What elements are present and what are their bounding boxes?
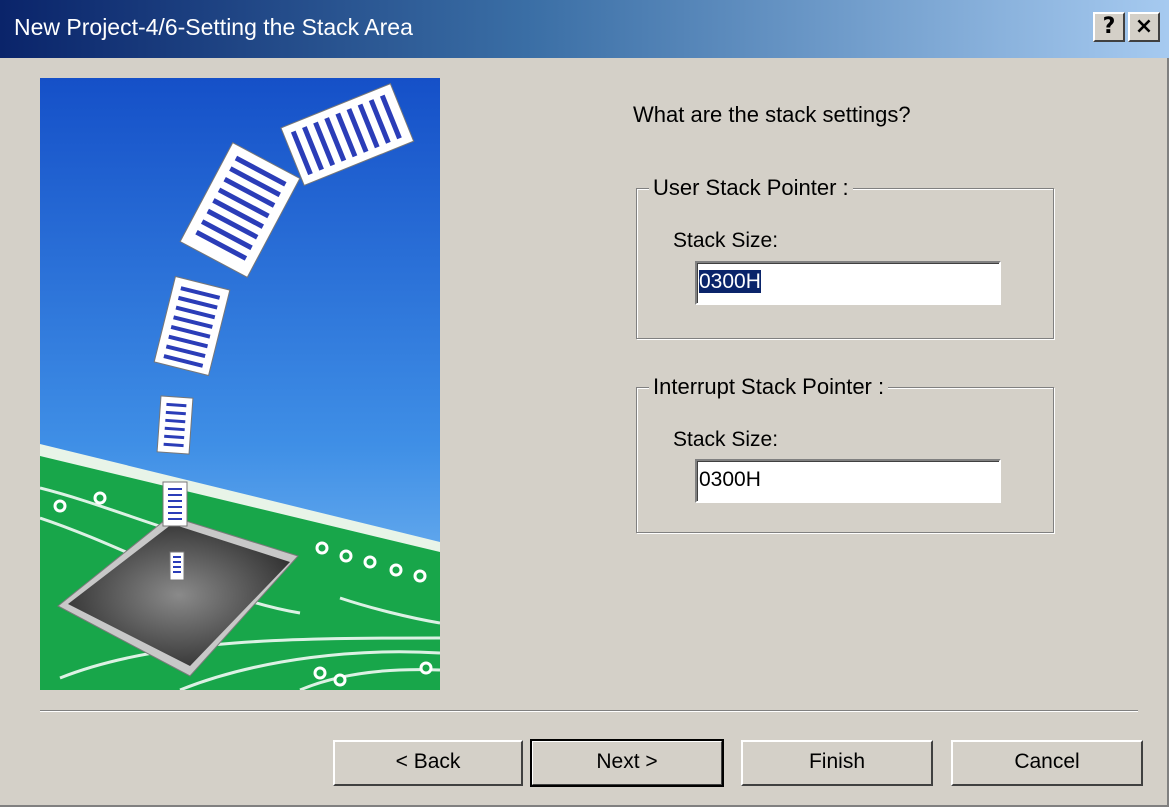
title-bar[interactable]: New Project-4/6-Setting the Stack Area ?… — [0, 0, 1169, 58]
user-stack-pointer-legend: User Stack Pointer : — [649, 175, 853, 201]
stack-settings-question: What are the stack settings? — [633, 102, 911, 127]
window-title: New Project-4/6-Setting the Stack Area — [14, 14, 413, 40]
interrupt-stack-size-value: 0300H — [699, 468, 761, 491]
finish-button[interactable]: Finish — [741, 740, 933, 786]
interrupt-stack-size-input[interactable]: 0300H — [695, 459, 1001, 503]
interrupt-stack-size-label: Stack Size: — [673, 428, 779, 451]
button-separator — [40, 710, 1138, 712]
close-icon[interactable]: × — [1128, 12, 1160, 42]
next-button[interactable]: Next > — [530, 739, 724, 787]
interrupt-stack-pointer-group: Interrupt Stack Pointer : Stack Size: 03… — [636, 374, 1054, 533]
user-stack-pointer-group: User Stack Pointer : Stack Size: 0300H — [636, 175, 1054, 339]
user-stack-size-value: 0300H — [698, 269, 762, 294]
help-icon[interactable]: ? — [1093, 12, 1125, 42]
cancel-button[interactable]: Cancel — [951, 740, 1143, 786]
back-button[interactable]: < Back — [333, 740, 523, 786]
wizard-illustration — [40, 78, 440, 690]
interrupt-stack-pointer-legend: Interrupt Stack Pointer : — [649, 374, 889, 400]
user-stack-size-label: Stack Size: — [673, 229, 779, 252]
wizard-dialog: New Project-4/6-Setting the Stack Area ?… — [0, 0, 1169, 807]
user-stack-size-input[interactable]: 0300H — [695, 261, 1001, 305]
